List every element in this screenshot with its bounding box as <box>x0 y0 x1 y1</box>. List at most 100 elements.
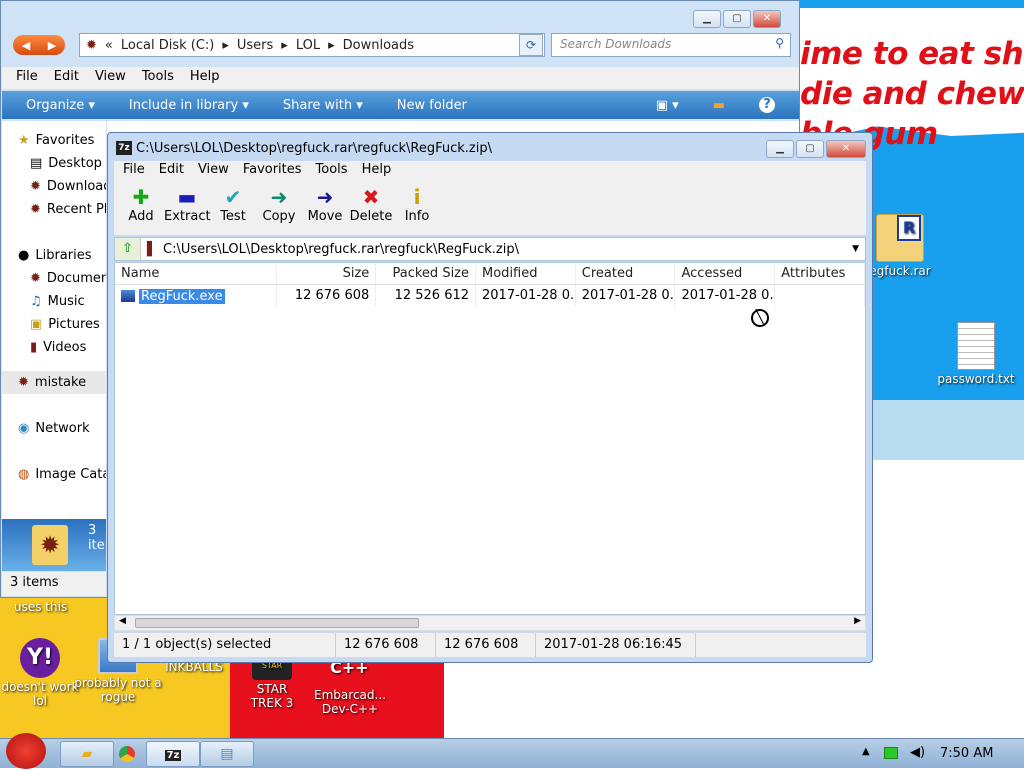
desktop-icon-devcpp[interactable]: C++ Embarcad... Dev-C++ <box>306 658 394 716</box>
nav-label: Downloads <box>46 179 106 194</box>
up-folder-button[interactable]: ⇧ <box>115 238 141 260</box>
sevenzip-toolbar: ✚ Add ▬ Extract ✔ Test ➜ Copy ➜ Move ✖ Delete … <box>114 181 866 235</box>
menu-edit[interactable]: Edit <box>48 69 85 87</box>
nav-downloads[interactable]: ✹ Downloads <box>2 175 106 198</box>
sevenzip-title: C:\Users\LOL\Desktop\regfuck.rar\regfuck… <box>136 141 492 156</box>
preview-pane-icon[interactable]: ▬ <box>713 98 725 113</box>
menu-tools[interactable]: Tools <box>311 162 353 180</box>
column-packed-size[interactable]: Packed Size <box>376 263 477 284</box>
dropdown-arrow-icon[interactable]: ▼ <box>852 244 859 254</box>
nav-homegroup[interactable]: ✹ mistake <box>2 371 106 394</box>
search-placeholder: Search Downloads <box>560 37 672 51</box>
nav-videos[interactable]: ▮ Videos <box>2 336 106 359</box>
sevenzip-file-list[interactable]: Name Size Packed Size Modified Created A… <box>114 262 866 615</box>
nav-network[interactable]: ◉ Network <box>2 417 106 440</box>
nav-recent-places[interactable]: ✹ Recent Places <box>2 198 106 221</box>
maximize-button[interactable]: ▢ <box>723 10 751 28</box>
taskbar-notepad-button[interactable]: ▤ <box>200 741 254 767</box>
separator-icon: ▸ <box>222 37 229 53</box>
start-button[interactable] <box>6 733 46 769</box>
column-size[interactable]: Size <box>277 263 377 284</box>
tray-expand-icon[interactable]: ▲ <box>862 746 870 757</box>
close-button[interactable]: ✕ <box>826 140 866 158</box>
column-attributes[interactable]: Attributes <box>775 263 865 284</box>
desktop-icon-label: password.txt <box>937 372 1015 386</box>
menu-file[interactable]: File <box>10 69 44 87</box>
power-icon[interactable] <box>884 747 898 759</box>
network-icon: ◉ <box>18 421 30 436</box>
include-library-button[interactable]: Include in library ▾ <box>129 98 249 113</box>
file-name-cell[interactable]: RegFuck.exe <box>115 285 277 307</box>
explorer-search-input[interactable]: Search Downloads ⚲ <box>551 33 791 57</box>
minimize-button[interactable]: ▁ <box>693 10 721 28</box>
volume-icon[interactable]: ◀) <box>910 745 925 760</box>
nav-label: mistake <box>34 375 87 390</box>
nav-label: Documents <box>46 271 106 286</box>
column-accessed[interactable]: Accessed <box>675 263 776 284</box>
menu-help[interactable]: Help <box>357 162 397 180</box>
extract-icon: ▬ <box>177 185 197 209</box>
scroll-thumb[interactable] <box>135 618 419 628</box>
back-forward-buttons[interactable]: ◀ ▶ <box>13 35 65 55</box>
info-button[interactable]: i Info <box>394 185 440 235</box>
test-button[interactable]: ✔ Test <box>210 185 256 235</box>
nav-documents[interactable]: ✹ Documents <box>2 267 106 290</box>
refresh-button[interactable]: ⟳ <box>519 34 543 56</box>
column-created[interactable]: Created <box>576 263 676 284</box>
view-options-icon[interactable]: ▣ ▾ <box>656 98 679 113</box>
image-catalog-icon: ◍ <box>18 467 30 482</box>
table-row[interactable]: RegFuck.exe 12 676 608 12 526 612 2017-0… <box>115 285 865 307</box>
column-modified[interactable]: Modified <box>476 263 576 284</box>
share-with-button[interactable]: Share with ▾ <box>283 98 363 113</box>
nav-desktop[interactable]: ▤ Desktop <box>2 152 106 175</box>
scroll-left-icon[interactable]: ◀ <box>119 616 126 626</box>
nav-image-catalog[interactable]: ◍ Image Catalog <box>2 463 106 486</box>
menu-edit[interactable]: Edit <box>154 162 189 180</box>
forward-arrow-icon[interactable]: ▶ <box>48 39 56 52</box>
menu-help[interactable]: Help <box>184 69 226 87</box>
organize-button[interactable]: Organize ▾ <box>26 98 95 113</box>
nav-pictures[interactable]: ▣ Pictures <box>2 313 106 336</box>
minimize-button[interactable]: ▁ <box>766 140 794 158</box>
delete-button[interactable]: ✖ Delete <box>348 185 394 235</box>
help-icon[interactable]: ? <box>759 97 775 113</box>
horizontal-scrollbar[interactable]: ◀ ▶ <box>114 615 866 631</box>
menu-view[interactable]: View <box>193 162 234 180</box>
close-button[interactable]: ✕ <box>753 10 781 28</box>
add-button[interactable]: ✚ Add <box>118 185 164 235</box>
column-name[interactable]: Name <box>115 263 277 284</box>
nav-music[interactable]: ♫ Music <box>2 290 106 313</box>
sevenzip-window[interactable]: 7z C:\Users\LOL\Desktop\regfuck.rar\regf… <box>107 132 873 663</box>
menu-file[interactable]: File <box>118 162 150 180</box>
menu-favorites[interactable]: Favorites <box>238 162 307 180</box>
taskbar-clock[interactable]: 7:50 AM <box>940 746 993 761</box>
new-folder-button[interactable]: New folder <box>397 98 467 113</box>
explorer-address-bar[interactable]: ✹ « Local Disk (C:) ▸ Users ▸ LOL ▸ Down… <box>79 33 545 57</box>
info-icon: i <box>413 185 421 209</box>
menu-view[interactable]: View <box>89 69 132 87</box>
breadcrumb-item[interactable]: Downloads <box>343 38 414 53</box>
move-button[interactable]: ➜ Move <box>302 185 348 235</box>
taskbar: ▰ 7z ▤ ▲ ◀) 7:50 AM <box>0 733 1024 769</box>
breadcrumb-item[interactable]: Users <box>237 38 273 53</box>
breadcrumb-item[interactable]: LOL <box>296 38 320 53</box>
sevenzip-path-bar[interactable]: ⇧ ▌ C:\Users\LOL\Desktop\regfuck.rar\reg… <box>114 237 866 261</box>
breadcrumb-item[interactable]: Local Disk (C:) <box>121 38 214 53</box>
tool-label: Move <box>307 209 343 224</box>
back-arrow-icon[interactable]: ◀ <box>22 39 30 52</box>
taskbar-7zip-button[interactable]: 7z <box>146 741 200 767</box>
nav-libraries[interactable]: ● Libraries <box>2 244 106 267</box>
file-modified-cell: 2017-01-28 0... <box>476 285 576 307</box>
file-packed-cell: 12 526 612 <box>376 285 477 307</box>
desktop-icon-yahoo[interactable]: Y! doesn't work lol <box>0 638 84 708</box>
copy-button[interactable]: ➜ Copy <box>256 185 302 235</box>
menu-tools[interactable]: Tools <box>136 69 180 87</box>
desktop-icon-label: probably not a rogue <box>74 676 162 704</box>
scroll-right-icon[interactable]: ▶ <box>854 616 861 626</box>
sevenzip-menu-bar: File Edit View Favorites Tools Help <box>114 161 866 181</box>
desktop-icon-password[interactable]: password.txt <box>932 322 1020 386</box>
maximize-button[interactable]: ▢ <box>796 140 824 158</box>
busy-cursor-icon: ╲ <box>751 309 769 327</box>
nav-favorites[interactable]: ★ Favorites <box>2 129 106 152</box>
extract-button[interactable]: ▬ Extract <box>164 185 211 235</box>
